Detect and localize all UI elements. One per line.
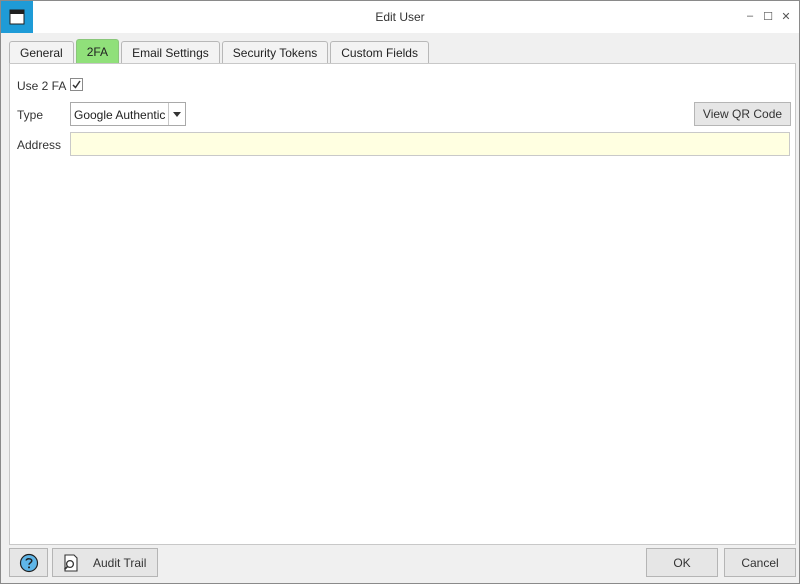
ok-button[interactable]: OK <box>646 548 718 577</box>
audit-trail-label: Audit Trail <box>93 555 147 570</box>
edit-user-window: Edit User – ☐ ✕ General 2FA Email Settin… <box>0 0 800 584</box>
type-select[interactable]: Google Authentic <box>70 102 186 126</box>
tab-custom-fields[interactable]: Custom Fields <box>330 41 429 63</box>
tab-general[interactable]: General <box>9 41 74 63</box>
audit-trail-button[interactable]: Audit Trail <box>52 548 158 577</box>
chevron-down-icon[interactable] <box>168 103 185 125</box>
window-controls: – ☐ ✕ <box>743 9 793 23</box>
tab-security-tokens[interactable]: Security Tokens <box>221 41 329 63</box>
type-select-value: Google Authentic <box>74 108 166 122</box>
title-bar: Edit User – ☐ ✕ <box>1 1 799 33</box>
minimize-button[interactable]: – <box>743 9 757 23</box>
tab-2fa[interactable]: 2FA <box>75 39 120 63</box>
window-title: Edit User <box>375 10 425 24</box>
tab-panel-2fa: Use 2 FA Type Google Authentic View QR C… <box>9 63 796 545</box>
help-button[interactable] <box>9 548 48 577</box>
help-icon <box>19 553 38 572</box>
view-qr-code-button[interactable]: View QR Code <box>694 102 791 126</box>
cancel-button[interactable]: Cancel <box>724 548 796 577</box>
type-label: Type <box>17 108 44 122</box>
tab-strip: General 2FA Email Settings Security Toke… <box>9 39 429 63</box>
tab-email-settings[interactable]: Email Settings <box>121 41 220 63</box>
audit-trail-icon <box>63 553 78 572</box>
checkmark-icon <box>72 80 81 89</box>
use-2fa-label: Use 2 FA <box>17 79 67 93</box>
maximize-button[interactable]: ☐ <box>761 9 775 23</box>
use-2fa-checkbox[interactable] <box>70 78 83 91</box>
close-button[interactable]: ✕ <box>779 9 793 23</box>
address-label: Address <box>17 138 62 152</box>
address-input[interactable] <box>70 132 790 156</box>
